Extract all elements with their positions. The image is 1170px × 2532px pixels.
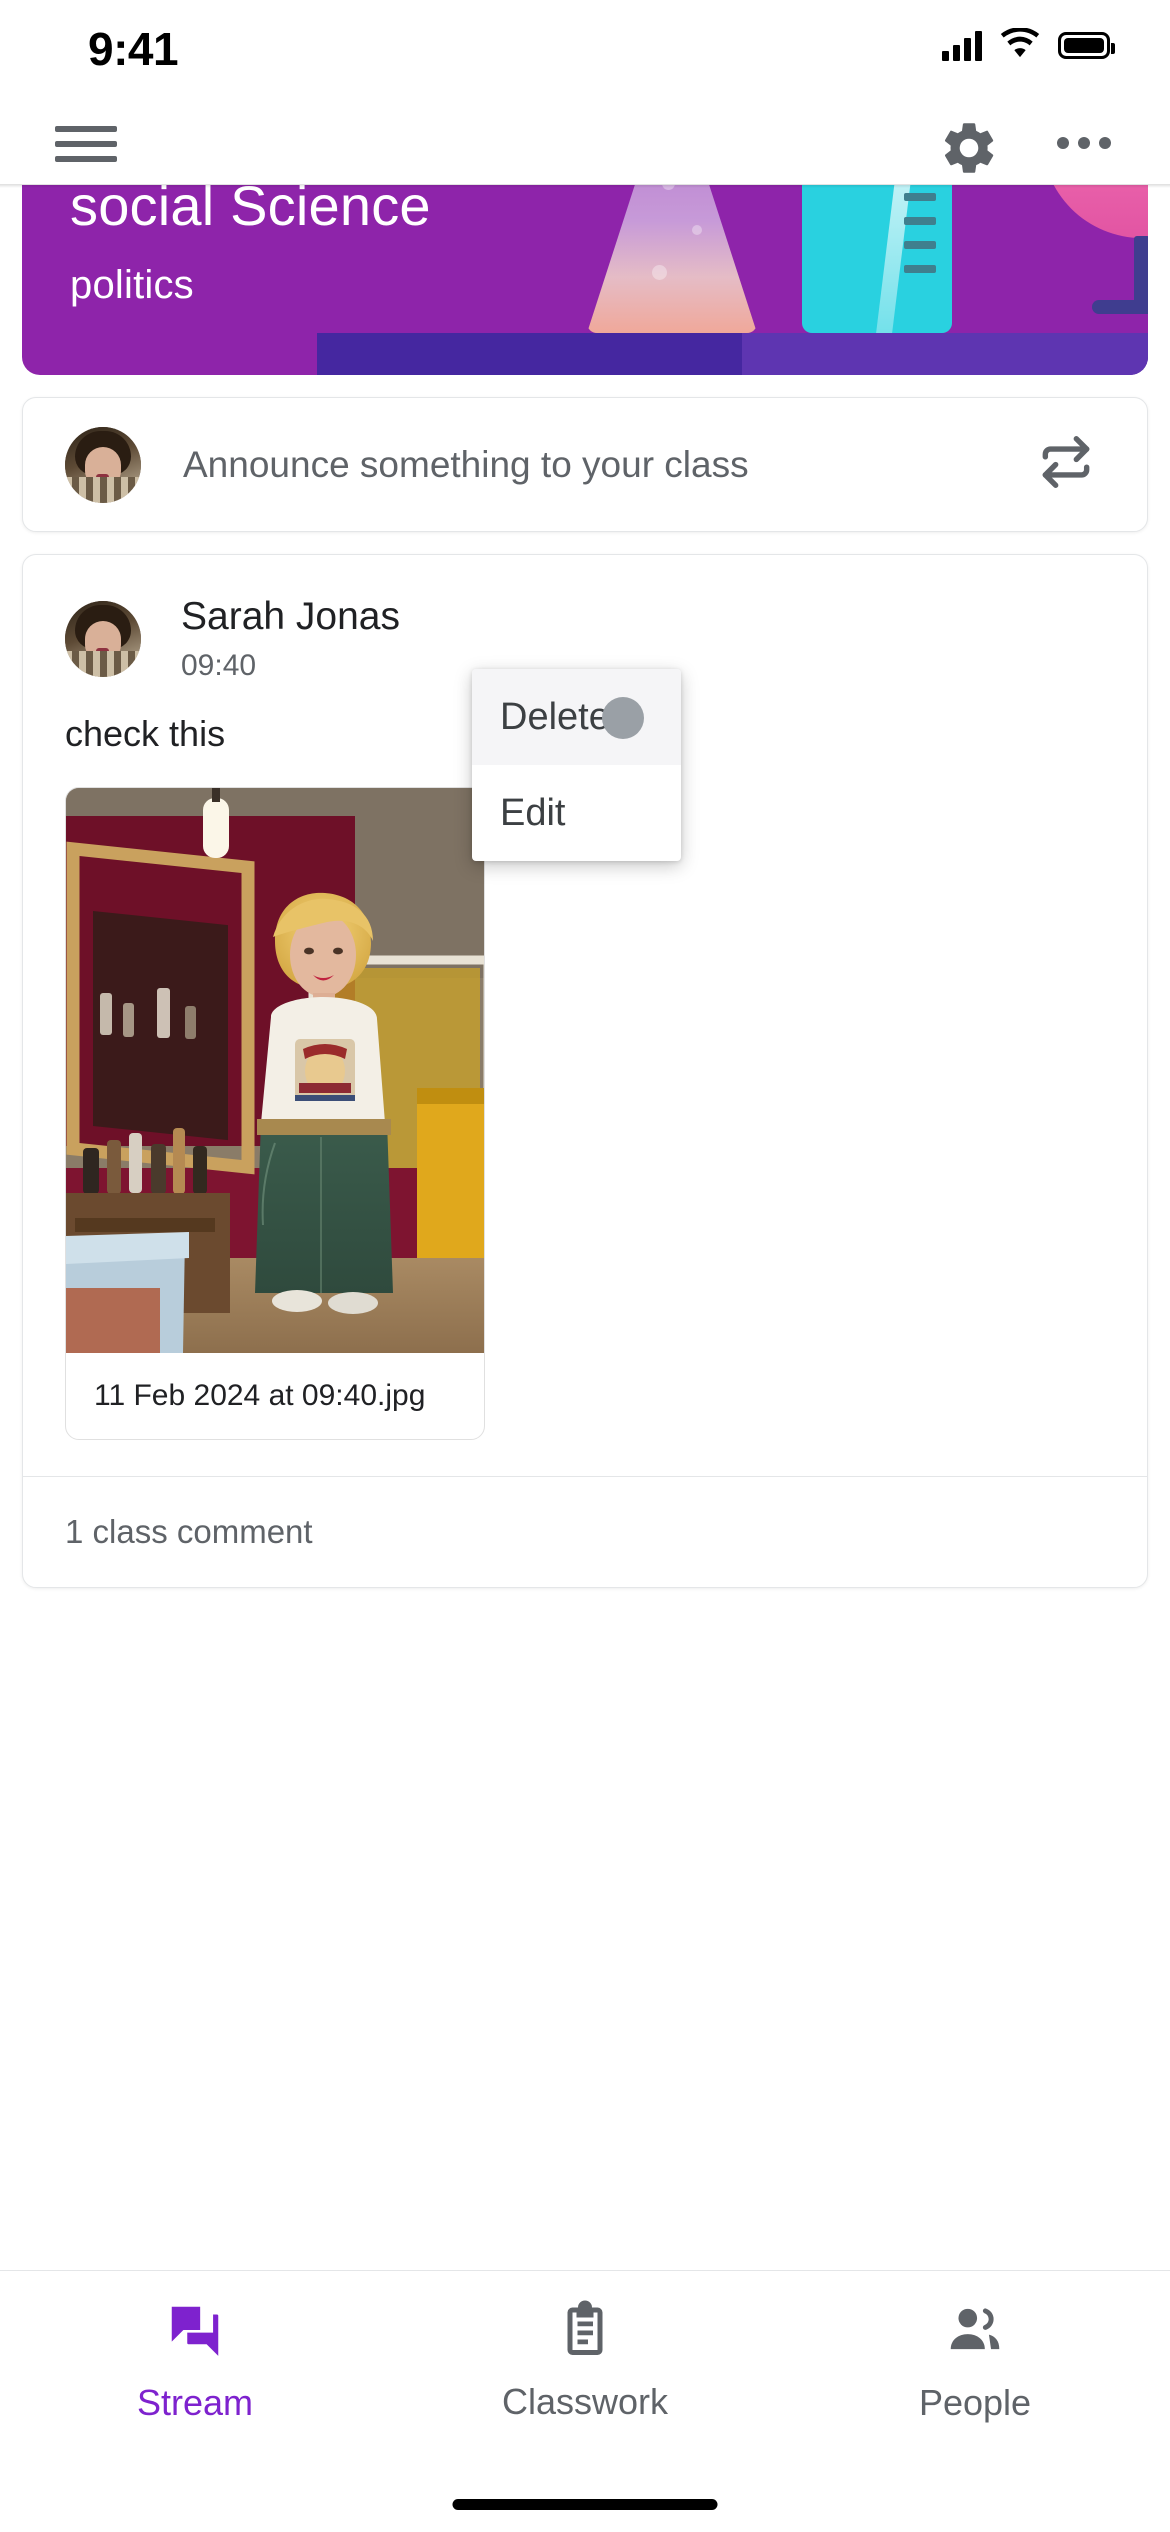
people-icon: [944, 2299, 1006, 2366]
banner-text-group: social Science politics: [70, 185, 431, 308]
avatar: [65, 601, 141, 677]
post-header: Sarah Jonas 09:40: [23, 555, 1147, 683]
clipboard-icon: [555, 2300, 615, 2365]
post-meta: Sarah Jonas 09:40: [181, 595, 400, 683]
avatar: [65, 426, 141, 503]
app-bar: [0, 100, 1170, 188]
flask-icon: [587, 185, 757, 333]
gear-icon[interactable]: [938, 117, 1000, 184]
touch-point-indicator: [602, 697, 644, 739]
menu-item-edit[interactable]: Edit: [472, 765, 681, 861]
status-bar-time: 9:41: [88, 23, 179, 75]
nav-item-classwork-label: Classwork: [501, 2380, 669, 2422]
announcement-placeholder[interactable]: Announce something to your class: [183, 444, 1035, 486]
stream-scroll-area[interactable]: social Science politics Announce somethi…: [0, 185, 1170, 2270]
menu-item-delete[interactable]: Delete: [472, 669, 681, 765]
more-options-icon[interactable]: [1053, 133, 1115, 153]
class-title: social Science: [70, 185, 431, 237]
cellular-signal-icon: [942, 30, 982, 61]
class-section: politics: [70, 263, 194, 307]
nav-item-people-label: People: [918, 2381, 1032, 2423]
nav-item-people[interactable]: People: [780, 2271, 1170, 2451]
swap-arrows-icon[interactable]: [1035, 431, 1097, 498]
status-bar: 9:41: [0, 0, 1170, 100]
wifi-icon: [1000, 27, 1040, 63]
attachment-filename: 11 Feb 2024 at 09:40.jpg: [94, 1379, 426, 1412]
stream-icon: [164, 2299, 226, 2366]
home-indicator: [452, 2499, 718, 2510]
attachment-thumbnail[interactable]: [66, 788, 484, 1353]
post-author: Sarah Jonas: [181, 595, 400, 638]
status-bar-indicators: [942, 27, 1115, 63]
nav-item-stream-label: Stream: [136, 2381, 254, 2423]
bottom-navigation: Stream Classwork People: [0, 2270, 1170, 2532]
post-attachment[interactable]: 11 Feb 2024 at 09:40.jpg: [65, 787, 485, 1440]
menu-item-edit-label: Edit: [500, 791, 566, 834]
wine-glass-icon: [1042, 185, 1148, 333]
hamburger-menu-icon[interactable]: [55, 122, 117, 166]
post-comments-link[interactable]: 1 class comment: [23, 1477, 1147, 1587]
menu-item-delete-label: Delete: [500, 695, 610, 738]
nav-item-classwork[interactable]: Classwork: [390, 2271, 780, 2451]
banner-shelf-front: [742, 333, 1148, 375]
nav-item-stream[interactable]: Stream: [0, 2271, 390, 2451]
announcement-composer[interactable]: Announce something to your class: [22, 397, 1148, 532]
post-timestamp: 09:40: [181, 649, 257, 682]
battery-full-icon: [1058, 32, 1115, 59]
class-banner[interactable]: social Science politics: [22, 185, 1148, 375]
post-context-menu[interactable]: Delete Edit: [472, 669, 681, 861]
test-tube-icon: [802, 185, 952, 333]
